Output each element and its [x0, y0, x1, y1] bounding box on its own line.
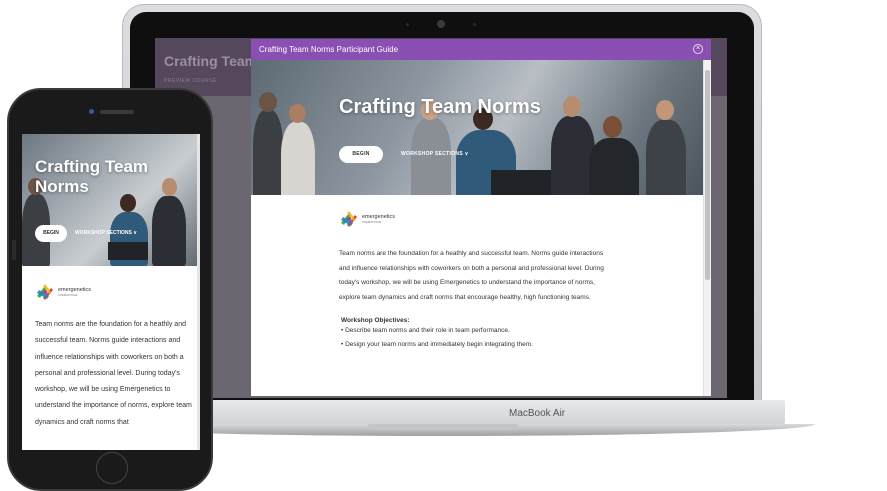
home-button[interactable]: [96, 452, 128, 484]
logo-tagline: INTERNATIONAL: [362, 221, 382, 224]
objective-item: • Describe team norms and their role in …: [341, 327, 510, 334]
begin-button[interactable]: BEGIN: [339, 146, 383, 163]
course-hero-banner: Crafting Team Norms BEGIN WORKSHOP SECTI…: [251, 60, 703, 195]
phone-hero-banner: Crafting Team Norms BEGIN WORKSHOP SECTI…: [22, 134, 200, 266]
phone-screen: Crafting Team Norms BEGIN WORKSHOP SECTI…: [22, 134, 200, 450]
course-intro-content: emergenetics INTERNATIONAL Team norms ar…: [339, 209, 609, 352]
phone-workshop-sections-dropdown[interactable]: WORKSHOP SECTIONS ∨: [75, 225, 137, 242]
phone-scrollbar[interactable]: [197, 134, 200, 450]
modal-scrollbar-thumb[interactable]: [705, 70, 710, 280]
laptop-sensor-left: [406, 23, 409, 26]
laptop-screen: Crafting Team PREVIEW COURSE Crafting Te…: [155, 38, 727, 398]
device-mockup-stage: Crafting Team PREVIEW COURSE Crafting Te…: [0, 0, 887, 491]
phone-speaker: [100, 110, 134, 114]
participant-guide-modal: Crafting Team Norms Participant Guide ×: [251, 39, 711, 396]
phone-intro-paragraph: Team norms are the foundation for a heat…: [35, 321, 192, 426]
emergenetics-logo-icon: [341, 211, 357, 227]
laptop-camera-icon: [437, 20, 445, 28]
phone-camera-icon: [89, 109, 94, 114]
intro-paragraph: Team norms are the foundation for a heat…: [339, 250, 604, 301]
emergenetics-logo-icon: [37, 284, 53, 300]
phone-logo-tagline: INTERNATIONAL: [58, 294, 78, 297]
phone-side-button: [12, 240, 16, 260]
modal-header: Crafting Team Norms Participant Guide ×: [251, 39, 711, 60]
phone-logo-wordmark: emergenetics: [58, 287, 92, 293]
modal-scrollbar[interactable]: [703, 60, 711, 396]
background-course-subtitle: PREVIEW COURSE: [164, 78, 217, 84]
workshop-sections-dropdown[interactable]: WORKSHOP SECTIONS ∨: [401, 146, 469, 163]
phone-emergenetics-logo: emergenetics INTERNATIONAL: [35, 282, 155, 304]
laptop-opening-notch: [368, 424, 518, 430]
hero-course-title: Crafting Team Norms: [339, 96, 541, 118]
laptop-brand-label: MacBook Air: [509, 408, 566, 419]
emergenetics-logo: emergenetics INTERNATIONAL: [339, 209, 609, 231]
background-course-title: Crafting Team: [164, 53, 258, 69]
objectives-heading: Workshop Objectives:: [341, 317, 410, 324]
laptop-sensor-right: [473, 23, 476, 26]
phone-begin-button[interactable]: BEGIN: [35, 225, 67, 242]
modal-title: Crafting Team Norms Participant Guide: [259, 45, 399, 54]
logo-wordmark: emergenetics: [362, 214, 396, 220]
close-icon[interactable]: ×: [693, 44, 703, 54]
objective-item: • Design your team norms and immediately…: [341, 341, 533, 348]
phone-hero-title: Crafting Team Norms: [35, 157, 149, 196]
